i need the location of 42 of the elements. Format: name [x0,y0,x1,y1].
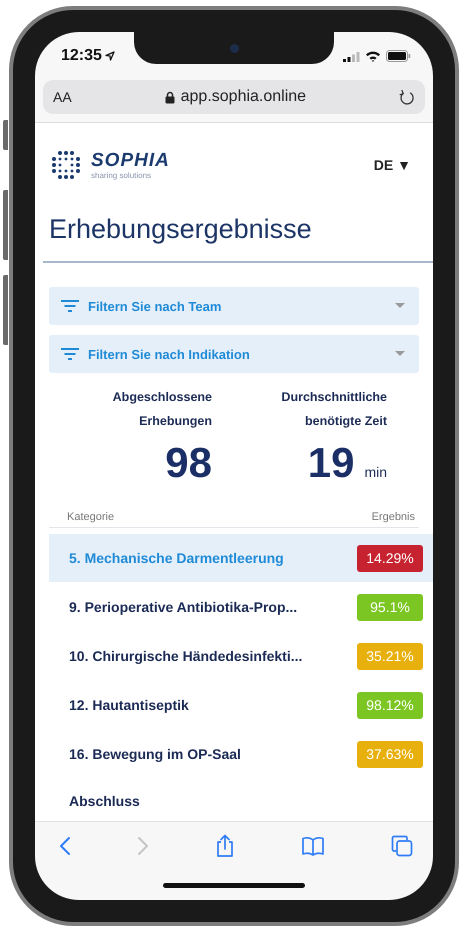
share-icon[interactable] [215,834,235,858]
camera-icon [230,44,238,52]
section-heading: Abschluss [69,793,141,809]
stat-label: Durchschnittliche benötigte Zeit [281,389,387,430]
stat-value: 98 [165,439,212,487]
result-badge: 95.1% [357,594,423,620]
category-row[interactable]: 10. Chirurgische Händedesinfekti... 35.21% [49,632,433,680]
reload-icon[interactable] [399,88,415,106]
logo-tagline: sharing solutions [91,170,152,180]
category-row[interactable]: 5. Mechanische Darmentleerung 14.29% [49,534,433,582]
logo-dots-icon [49,148,83,182]
language-selector[interactable]: DE ▼ [374,157,411,173]
page-title: Erhebungsergebnisse [49,213,313,246]
wifi-icon [365,50,381,62]
address-bar[interactable]: AA app.sophia.online [43,80,425,114]
back-icon[interactable] [59,836,71,856]
tabs-icon[interactable] [391,835,413,857]
location-arrow-icon [104,51,115,61]
category-row[interactable]: 16. Bewegung im OP-Saal 37.63% [49,730,433,778]
stat-value: 19 [308,439,354,487]
lock-icon [164,90,175,104]
open-book-icon[interactable] [301,836,325,856]
url-text: app.sophia.online [180,88,306,106]
stat-label: Abgeschlossene Erhebungen [112,389,212,430]
battery-icon [386,50,411,62]
category-row[interactable]: 12. Hautantiseptik 98.12% [49,681,433,729]
text-size-button[interactable]: AA [53,89,72,105]
caret-icon [395,351,405,357]
filter-icon [61,300,79,312]
column-header: Ergebnis [372,511,415,523]
category-row[interactable]: 9. Perioperative Antibiotika-Prop... 95.1% [49,583,433,631]
result-badge: 98.12% [357,692,423,718]
caret-icon [395,303,405,309]
column-header: Kategorie [67,511,114,523]
status-time: 12:35 [61,47,102,65]
signal-icon [343,50,360,62]
logo-wordmark: SOPHIA [91,150,170,170]
filter-icon [61,348,79,360]
result-badge: 35.21% [357,642,423,670]
stat-unit: min [364,464,387,480]
result-badge: 37.63% [357,740,423,768]
result-badge: 14.29% [357,544,423,572]
